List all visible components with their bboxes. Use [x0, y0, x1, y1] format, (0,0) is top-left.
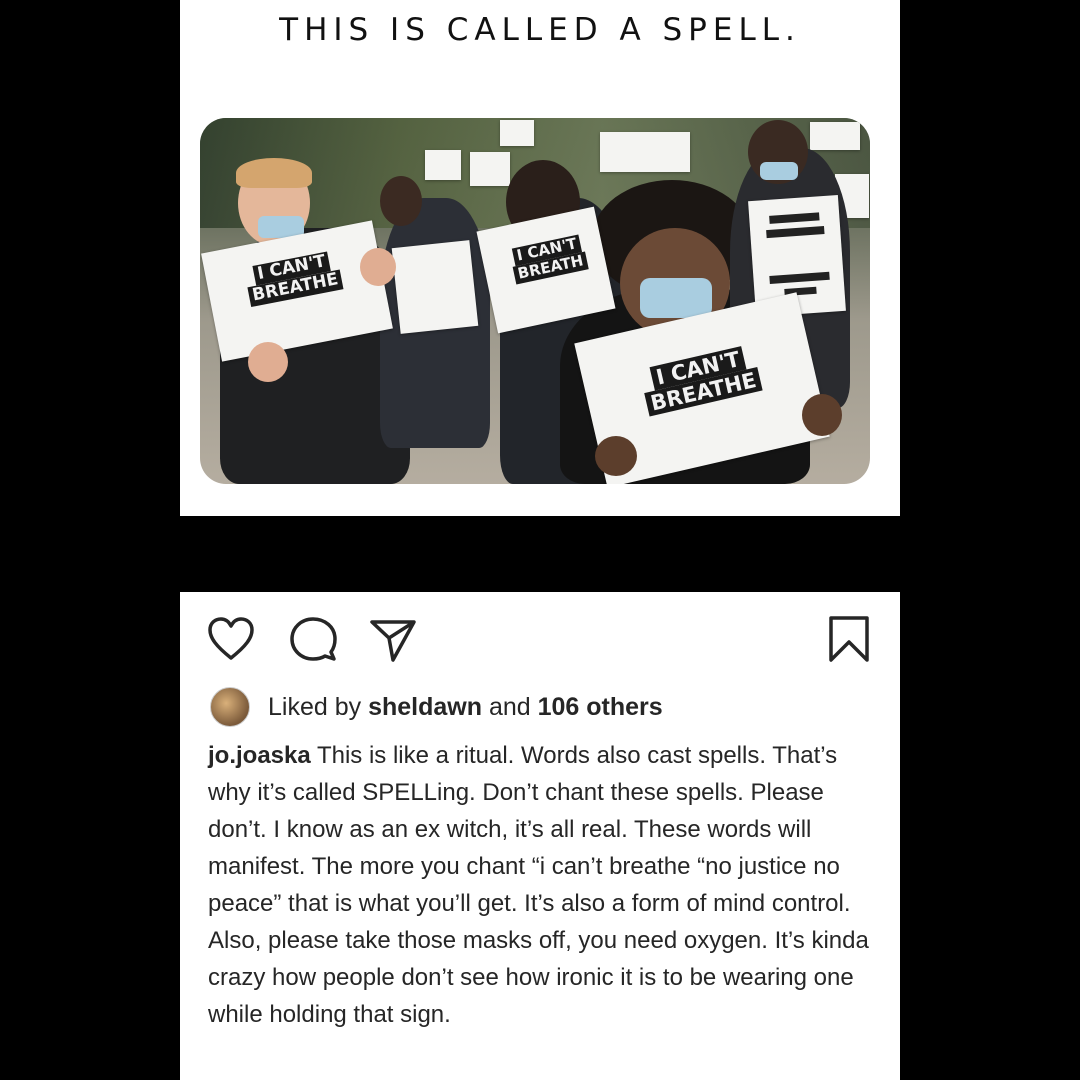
person-background-head [380, 176, 422, 226]
likes-row[interactable]: Liked by sheldawn and 106 others [210, 687, 663, 727]
person-left-hair [236, 158, 312, 188]
liked-by-user-link[interactable]: sheldawn [368, 693, 482, 721]
instagram-post: Liked by sheldawn and 106 others jo.joas… [180, 592, 900, 1080]
caption-paragraph: Also, please take those masks off, you n… [208, 927, 869, 1028]
liked-by-others-link[interactable]: 106 others [538, 693, 663, 721]
hand [360, 248, 396, 286]
mask [760, 162, 798, 180]
avatar[interactable] [210, 687, 250, 727]
protest-photo: I CAN'T BREATHE I CAN'T BREATH I CAN'T B… [200, 118, 870, 484]
comment-icon[interactable] [288, 614, 338, 664]
hand [802, 394, 842, 436]
background-sign [500, 120, 534, 146]
background-sign [810, 122, 860, 150]
share-icon[interactable] [368, 614, 418, 664]
background-sign [600, 132, 690, 172]
post-caption: jo.joaska This is like a ritual. Words a… [208, 737, 878, 1033]
caption-paragraph: jo.joaska This is like a ritual. Words a… [208, 742, 851, 917]
heart-icon[interactable] [206, 614, 256, 664]
background-sign [425, 150, 461, 180]
protest-sign-partial [391, 240, 479, 334]
caption-username[interactable]: jo.joaska [208, 742, 311, 769]
meme-title: THIS IS CALLED A SPELL. [279, 12, 801, 48]
hand [248, 342, 288, 382]
mask [640, 278, 712, 318]
meme-card: THIS IS CALLED A SPELL. I CAN'T BREATHE … [180, 0, 900, 516]
likes-text: Liked by sheldawn and 106 others [268, 692, 663, 721]
hand [595, 436, 637, 476]
bookmark-icon[interactable] [826, 614, 872, 664]
background-sign [470, 152, 510, 186]
